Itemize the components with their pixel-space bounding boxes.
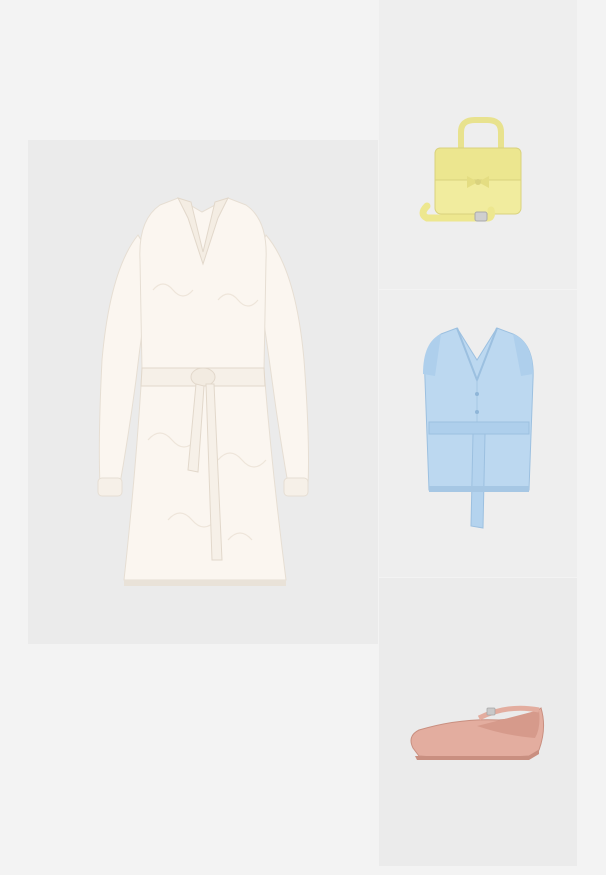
denim-top-image bbox=[423, 327, 534, 529]
flats-image bbox=[410, 705, 545, 760]
dress-image bbox=[97, 197, 309, 586]
product-card-denim-top[interactable] bbox=[379, 290, 577, 577]
product-card-dress[interactable] bbox=[28, 140, 378, 644]
handbag-image bbox=[419, 117, 522, 222]
product-card-flats[interactable] bbox=[379, 578, 577, 866]
product-card-handbag[interactable] bbox=[379, 0, 577, 289]
outfit-collage bbox=[0, 0, 606, 875]
